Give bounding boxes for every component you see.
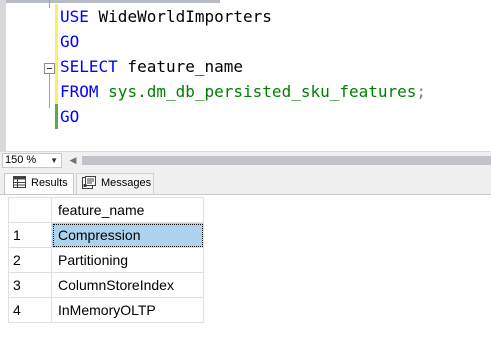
results-tab-strip: Results Messages [0,168,491,194]
code-token: sys.dm_db_persisted_sku_features [108,82,417,101]
tab-messages-label: Messages [101,177,152,189]
code-line-go[interactable]: GO [60,29,79,54]
table-row[interactable]: 2 Partitioning [8,247,204,273]
outline-guide [49,74,50,108]
change-marker [55,29,58,54]
results-grid[interactable]: feature_name 1 Compression 2 Partitionin… [8,197,204,323]
row-number[interactable]: 2 [8,247,52,273]
chevron-down-icon: ▼ [50,156,58,165]
change-marker [55,104,58,129]
code-line-go[interactable]: GO [60,104,79,129]
code-token: SELECT [60,57,118,76]
triangle-left-icon[interactable]: ◀ [66,153,80,168]
grid-icon [13,176,26,189]
document-tab-edge [0,0,220,3]
change-marker [55,4,58,29]
row-number[interactable]: 4 [8,297,52,323]
code-token: feature_name [117,57,244,76]
table-row[interactable]: 4 InMemoryOLTP [8,297,204,323]
code-line-from[interactable]: FROM sys.dm_db_persisted_sku_features; [60,79,426,104]
code-token: WideWorldImporters [88,7,272,26]
grid-corner-cell[interactable] [8,197,52,223]
results-pane: feature_name 1 Compression 2 Partitionin… [0,194,491,338]
grid-cell[interactable]: InMemoryOLTP [51,297,204,323]
code-token: GO [60,32,80,51]
grid-cell[interactable]: ColumnStoreIndex [51,272,204,298]
editor-gutter [0,0,6,151]
table-row[interactable]: 1 Compression [8,222,204,248]
code-token: GO [60,107,80,126]
change-marker [55,79,58,104]
table-row[interactable]: 3 ColumnStoreIndex [8,272,204,298]
messages-icon [82,175,96,189]
column-header-feature-name[interactable]: feature_name [51,197,204,223]
row-number[interactable]: 1 [8,222,52,248]
tab-results[interactable]: Results [4,173,74,194]
tab-messages[interactable]: Messages [76,173,154,194]
grid-cell[interactable]: Compression [51,222,204,248]
code-token: USE [60,7,89,26]
grid-header-row: feature_name [8,197,204,223]
zoom-value: 150 % [5,154,37,166]
code-line-select[interactable]: SELECT feature_name [60,54,243,79]
tab-results-label: Results [31,177,68,189]
editor-status-row: 150 % ▼ ◀ [0,151,491,168]
code-token: FROM [60,82,99,101]
grid-cell[interactable]: Partitioning [51,247,204,273]
collapse-icon[interactable] [44,63,55,74]
change-marker [55,54,58,79]
row-number[interactable]: 3 [8,272,52,298]
outline-guide [49,0,50,8]
query-editor[interactable]: USE WideWorldImporters GO SELECT feature… [0,0,491,151]
zoom-dropdown[interactable]: 150 % ▼ [2,153,62,168]
horizontal-scrollbar[interactable] [82,156,491,165]
code-line-use[interactable]: USE WideWorldImporters [60,4,272,29]
code-token: ; [416,82,427,101]
